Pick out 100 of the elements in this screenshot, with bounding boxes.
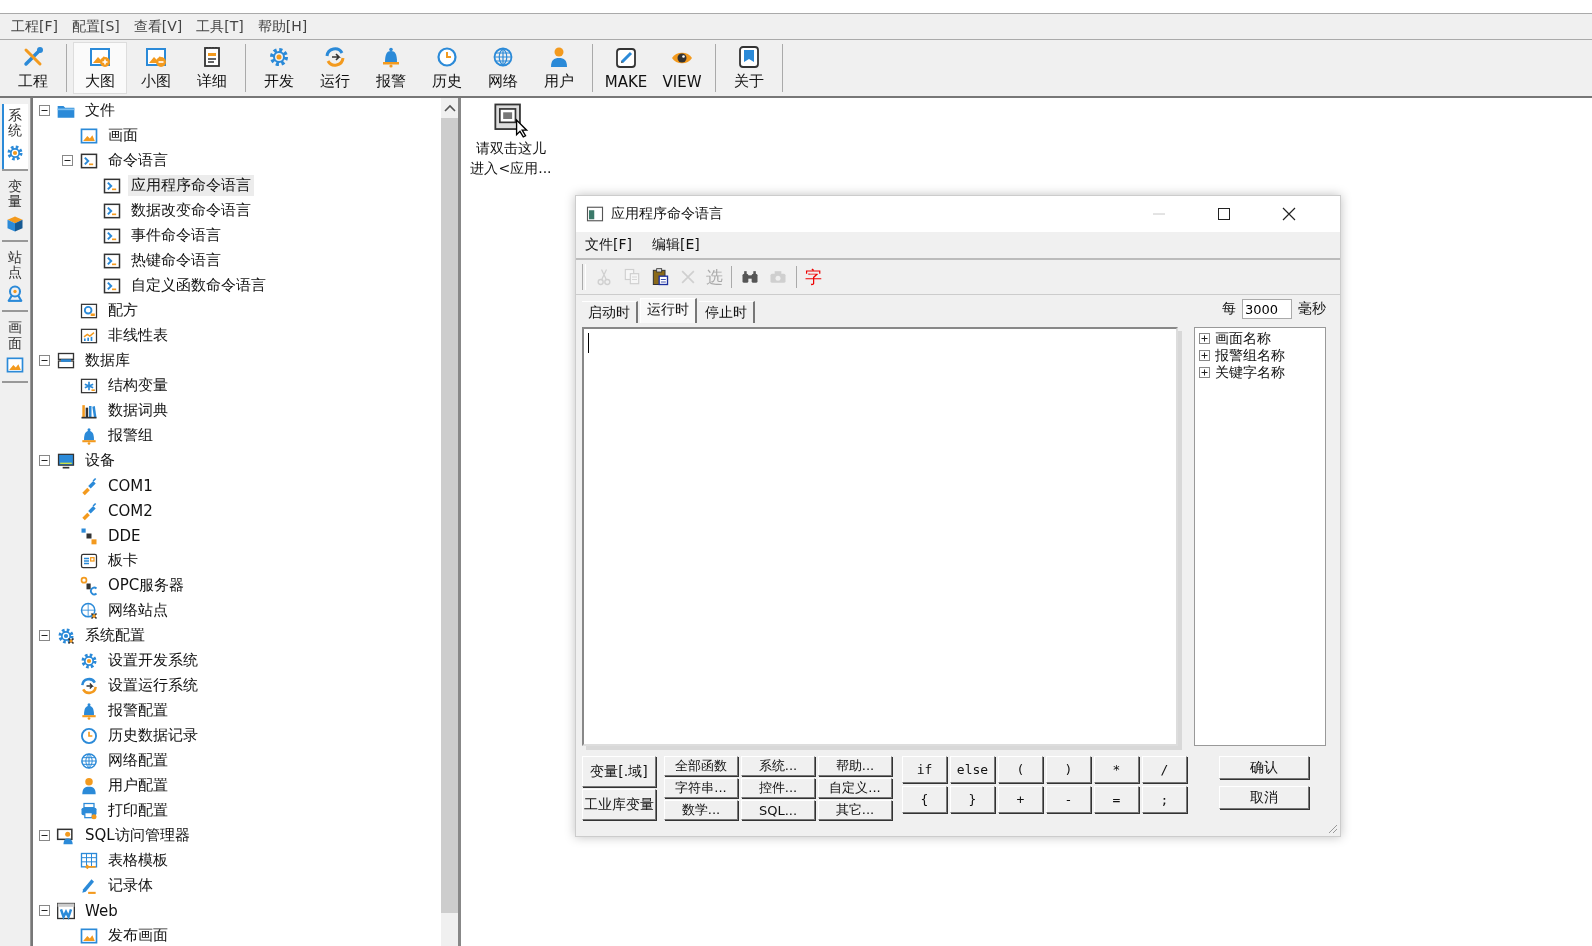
- operator-button[interactable]: +: [998, 786, 1043, 813]
- tree-item[interactable]: 板卡: [105, 550, 141, 571]
- shortcut-label[interactable]: 进入<应用...: [470, 158, 552, 178]
- expand-toggle[interactable]: [39, 830, 50, 841]
- function-button[interactable]: 系统...: [741, 756, 815, 776]
- tree-item[interactable]: 热键命令语言: [128, 250, 224, 271]
- tree-item[interactable]: 数据库: [82, 350, 133, 371]
- tree-item[interactable]: 关键字名称: [1215, 363, 1285, 382]
- tree-item[interactable]: COM2: [105, 500, 156, 521]
- function-button[interactable]: 帮助...: [818, 756, 892, 776]
- tree-item[interactable]: 记录体: [105, 875, 156, 896]
- maximize-button[interactable]: [1217, 207, 1231, 221]
- paste-icon[interactable]: [650, 267, 670, 287]
- side-tab[interactable]: 画面: [2, 316, 28, 384]
- tree-item[interactable]: 事件命令语言: [128, 225, 224, 246]
- tree-item[interactable]: DDE: [105, 525, 144, 546]
- operator-button[interactable]: =: [1094, 786, 1139, 813]
- expand-toggle[interactable]: [62, 155, 73, 166]
- expand-toggle[interactable]: [39, 105, 50, 116]
- function-button[interactable]: 数学...: [664, 800, 738, 820]
- side-tab[interactable]: 站点: [2, 245, 28, 313]
- expand-toggle[interactable]: [1199, 333, 1210, 344]
- tree-item[interactable]: 系统配置: [82, 625, 148, 646]
- menu-item[interactable]: 文件[F]: [584, 236, 633, 254]
- tree-item[interactable]: 报警组名称: [1215, 346, 1285, 365]
- tree-item[interactable]: 自定义函数命令语言: [128, 275, 269, 296]
- tab[interactable]: 运行时: [640, 298, 697, 323]
- tree-item[interactable]: 设置运行系统: [105, 675, 201, 696]
- toolbar-button[interactable]: 大图: [73, 42, 127, 94]
- function-button[interactable]: 控件...: [741, 778, 815, 798]
- tree-item[interactable]: OPC服务器: [105, 575, 188, 596]
- menu-item[interactable]: 编辑[E]: [651, 236, 701, 254]
- variable-button[interactable]: 工业库变量: [582, 789, 656, 820]
- tab[interactable]: 启动时: [582, 301, 638, 323]
- function-button[interactable]: 全部函数: [664, 756, 738, 776]
- tree-item[interactable]: 画面名称: [1215, 329, 1271, 348]
- tree-item[interactable]: 设备: [82, 450, 118, 471]
- tree-item[interactable]: 网络配置: [105, 750, 171, 771]
- tree-item[interactable]: 用户配置: [105, 775, 171, 796]
- tree-item[interactable]: 表格模板: [105, 850, 171, 871]
- tree-item[interactable]: 网络站点: [105, 600, 171, 621]
- menu-item[interactable]: 帮助[H]: [256, 17, 309, 36]
- tree-item[interactable]: 文件: [82, 100, 118, 121]
- toolbar-button[interactable]: 网络: [476, 42, 530, 94]
- expand-toggle[interactable]: [39, 630, 50, 641]
- tree-item[interactable]: 命令语言: [105, 150, 171, 171]
- interval-field[interactable]: 3000: [1242, 299, 1292, 319]
- toolbar-button[interactable]: 运行: [308, 42, 362, 94]
- operator-button[interactable]: ;: [1142, 786, 1187, 813]
- tree-item[interactable]: 结构变量: [105, 375, 171, 396]
- dialog-button[interactable]: 确认: [1219, 756, 1309, 779]
- toolbar-button[interactable]: VIEW: [655, 42, 709, 94]
- tree-item[interactable]: 数据词典: [105, 400, 171, 421]
- variable-button[interactable]: 变量[.域]: [582, 756, 656, 787]
- tree-item[interactable]: Web: [82, 900, 121, 921]
- side-tab[interactable]: 变量: [2, 174, 28, 242]
- tree-item[interactable]: SQL访问管理器: [82, 825, 193, 846]
- operator-button[interactable]: ): [1046, 756, 1091, 783]
- tree-item[interactable]: 画面: [105, 125, 141, 146]
- toolbar-button[interactable]: 用户: [532, 42, 586, 94]
- scroll-up-icon[interactable]: [443, 104, 456, 112]
- toolbar-button[interactable]: 工程: [6, 42, 60, 94]
- toolbar-button[interactable]: 详细: [185, 42, 239, 94]
- operator-button[interactable]: if: [902, 756, 947, 783]
- toolbar-button[interactable]: 小图: [129, 42, 183, 94]
- menu-item[interactable]: 配置[S]: [71, 17, 121, 36]
- close-button[interactable]: [1282, 207, 1296, 221]
- function-button[interactable]: 其它...: [818, 800, 892, 820]
- function-button[interactable]: 字符串...: [664, 778, 738, 798]
- tree-item[interactable]: 历史数据记录: [105, 725, 201, 746]
- menu-item[interactable]: 查看[V]: [132, 17, 184, 36]
- operator-button[interactable]: /: [1142, 756, 1187, 783]
- expand-toggle[interactable]: [39, 905, 50, 916]
- menu-item[interactable]: 工程[F]: [10, 17, 59, 36]
- scrollbar[interactable]: [441, 98, 458, 946]
- operator-button[interactable]: *: [1094, 756, 1139, 783]
- menu-item[interactable]: 工具[T]: [195, 17, 245, 36]
- toolbar-button[interactable]: 报警: [364, 42, 418, 94]
- toolbar-button[interactable]: 历史: [420, 42, 474, 94]
- tree-item[interactable]: 数据改变命令语言: [128, 200, 254, 221]
- expand-toggle[interactable]: [1199, 367, 1210, 378]
- shortcut-label[interactable]: 请双击这儿: [476, 138, 546, 158]
- operator-button[interactable]: }: [950, 786, 995, 813]
- side-tab[interactable]: 系统: [2, 104, 28, 171]
- tree-item[interactable]: 报警配置: [105, 700, 171, 721]
- operator-button[interactable]: -: [1046, 786, 1091, 813]
- operator-button[interactable]: else: [950, 756, 995, 783]
- function-button[interactable]: SQL...: [741, 800, 815, 820]
- tree-item[interactable]: COM1: [105, 475, 156, 496]
- operator-button[interactable]: (: [998, 756, 1043, 783]
- tree-item[interactable]: 打印配置: [105, 800, 171, 821]
- tree-item[interactable]: 应用程序命令语言: [128, 175, 254, 196]
- tree-item[interactable]: 配方: [105, 300, 141, 321]
- toolbar-button[interactable]: 开发: [252, 42, 306, 94]
- tree-item[interactable]: 报警组: [105, 425, 156, 446]
- function-button[interactable]: 自定义...: [818, 778, 892, 798]
- toolbar-button[interactable]: 字: [805, 265, 822, 289]
- dialog-button[interactable]: 取消: [1219, 786, 1309, 809]
- toolbar-button[interactable]: 关于: [722, 42, 776, 94]
- resize-grip[interactable]: [1326, 822, 1338, 834]
